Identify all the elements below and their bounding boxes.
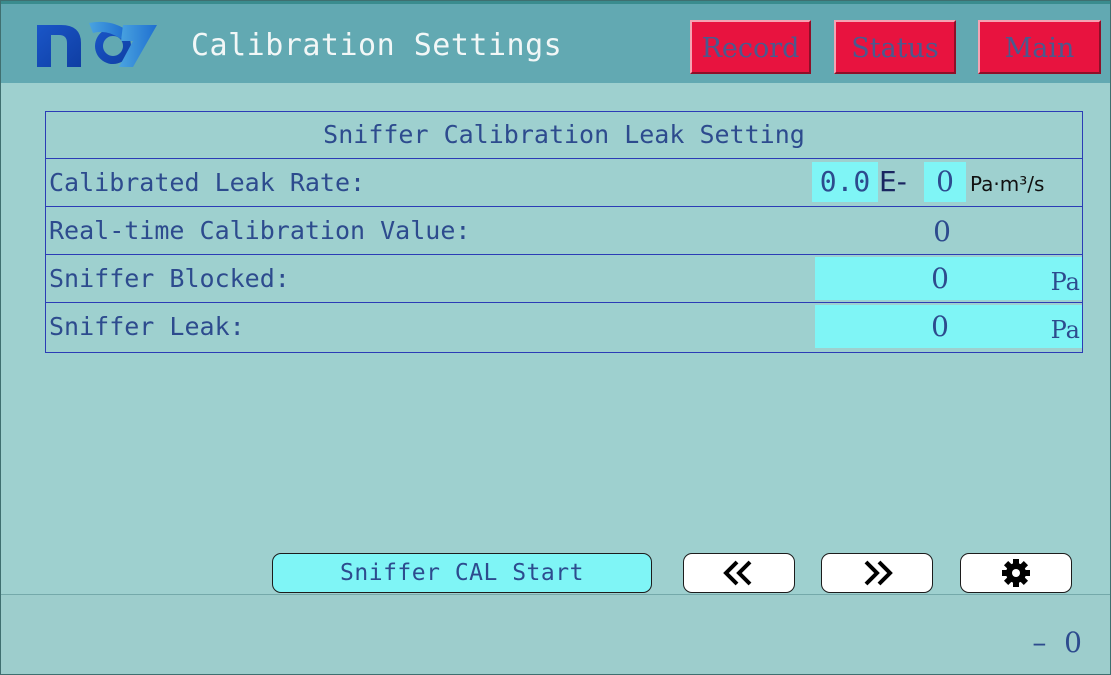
footer-status-value: – 0 bbox=[1032, 626, 1082, 659]
sniffer-blocked-label: Sniffer Blocked: bbox=[49, 264, 290, 293]
main-button[interactable]: Main bbox=[978, 20, 1101, 74]
double-chevron-right-icon bbox=[864, 560, 893, 586]
realtime-calibration-row: Real-time Calibration Value: 0 bbox=[46, 207, 1082, 255]
leak-rate-exponent-value: 0 bbox=[936, 165, 954, 198]
realtime-calibration-label: Real-time Calibration Value: bbox=[49, 216, 471, 245]
table-title-row: Sniffer Calibration Leak Setting bbox=[46, 112, 1082, 159]
leak-rate-mantissa-value: 0.0 bbox=[819, 165, 871, 198]
sniffer-leak-unit: Pa bbox=[1050, 316, 1080, 344]
sniffer-blocked-row: Sniffer Blocked: 0 Pa bbox=[46, 255, 1082, 303]
realtime-calibration-value: 0 bbox=[933, 215, 951, 248]
footer-bar: – 0 bbox=[1, 594, 1110, 674]
page: Calibration Settings Record Status Main … bbox=[0, 0, 1111, 675]
page-title: Calibration Settings bbox=[191, 28, 563, 63]
previous-page-button[interactable] bbox=[683, 553, 795, 593]
settings-button[interactable] bbox=[960, 553, 1072, 593]
calibrated-leak-rate-label: Calibrated Leak Rate: bbox=[49, 168, 366, 197]
calibrated-leak-rate-row: Calibrated Leak Rate: 0.0 E- 0 Pa·m³/s bbox=[46, 159, 1082, 207]
brand-logo bbox=[37, 21, 157, 67]
sniffer-blocked-unit: Pa bbox=[1050, 268, 1080, 296]
sniffer-leak-label: Sniffer Leak: bbox=[49, 312, 245, 341]
exponent-separator: E- bbox=[879, 165, 907, 198]
sniffer-cal-start-button[interactable]: Sniffer CAL Start bbox=[272, 553, 652, 593]
sniffer-blocked-value: 0 bbox=[931, 262, 949, 295]
leak-rate-unit: Pa·m³/s bbox=[970, 172, 1045, 196]
record-button[interactable]: Record bbox=[690, 20, 811, 74]
double-chevron-left-icon bbox=[723, 560, 752, 586]
sniffer-calibration-table: Sniffer Calibration Leak Setting Calibra… bbox=[45, 111, 1083, 353]
next-page-button[interactable] bbox=[821, 553, 933, 593]
table-title: Sniffer Calibration Leak Setting bbox=[323, 120, 805, 149]
screen-frame: Calibration Settings Record Status Main … bbox=[0, 0, 1111, 675]
sniffer-leak-row: Sniffer Leak: 0 Pa bbox=[46, 303, 1082, 352]
sniffer-leak-value: 0 bbox=[931, 310, 949, 343]
gear-icon bbox=[1002, 559, 1030, 587]
status-button[interactable]: Status bbox=[834, 20, 956, 74]
header-bar: Calibration Settings Record Status Main bbox=[1, 4, 1110, 83]
